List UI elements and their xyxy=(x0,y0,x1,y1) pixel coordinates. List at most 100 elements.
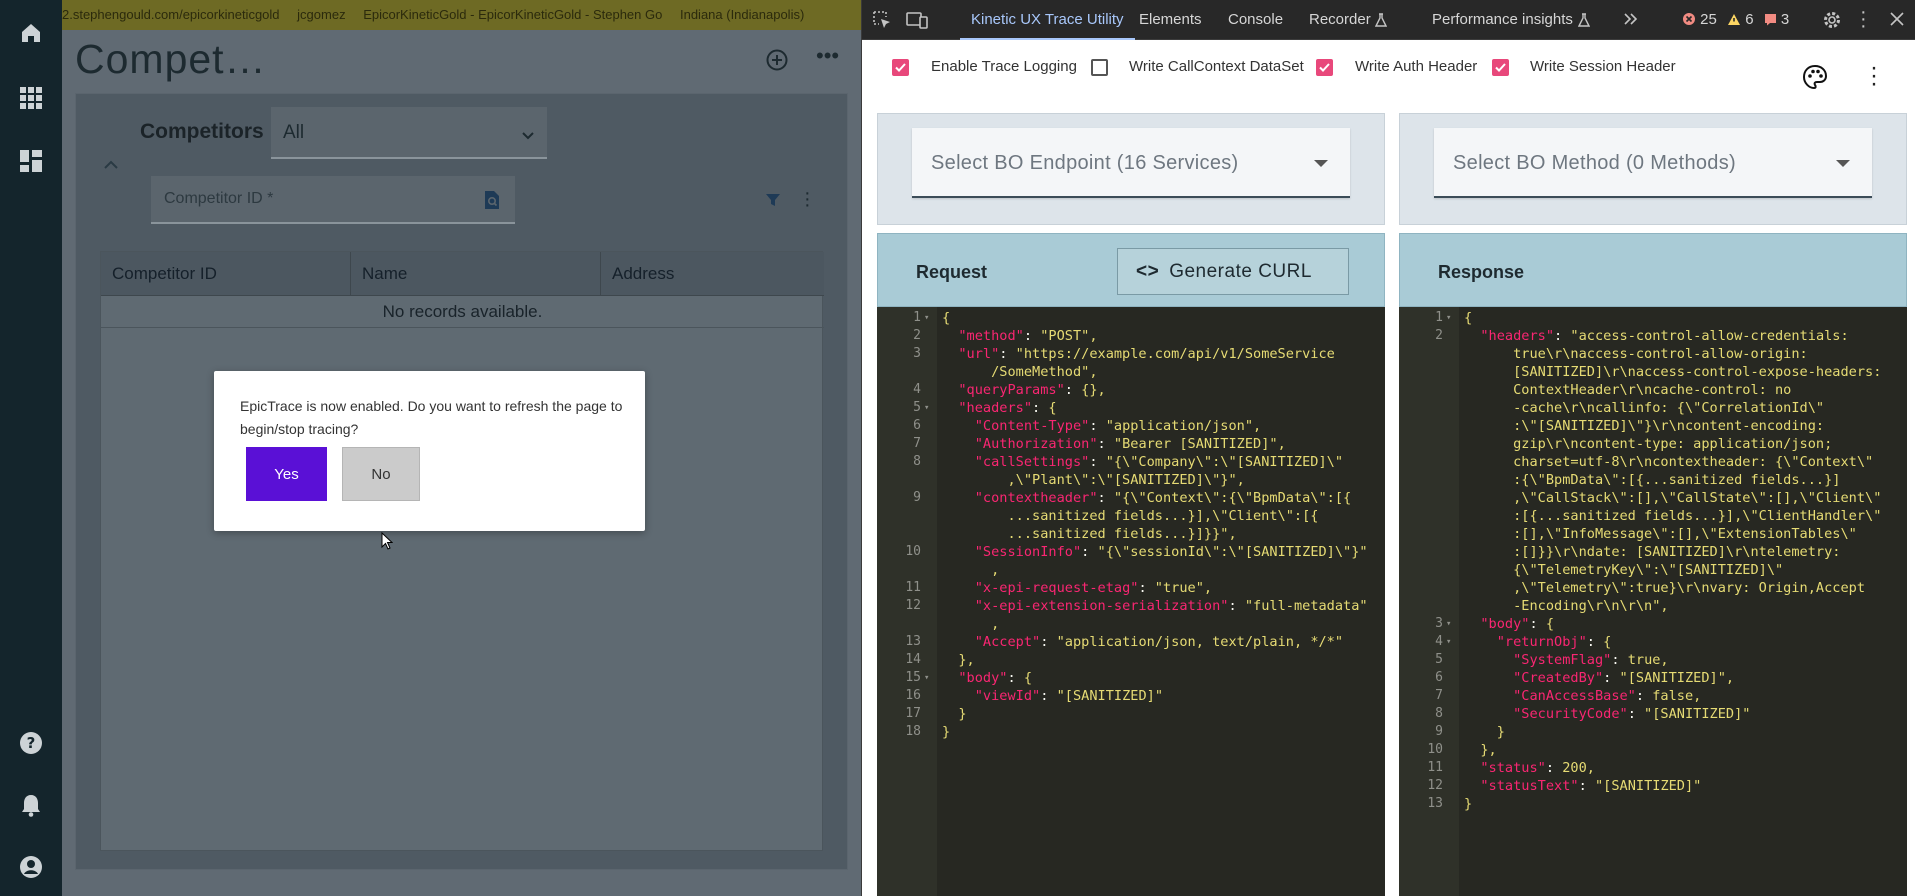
devtools-menu-icon[interactable]: · · · xyxy=(1860,2,1867,36)
grid-empty-message: No records available. xyxy=(101,296,824,328)
nav-rail: ? xyxy=(0,0,62,896)
write-session-header-label: Write Session Header xyxy=(1530,58,1676,75)
generate-curl-button[interactable]: <> Generate CURL xyxy=(1117,248,1349,295)
line-number: 16 xyxy=(905,688,921,703)
search-document-icon[interactable] xyxy=(483,190,501,215)
error-count: 25 xyxy=(1700,11,1717,28)
settings-gear-icon[interactable] xyxy=(1822,10,1842,35)
code-line: /SomeMethod", xyxy=(942,364,1098,380)
column-header-address[interactable]: Address xyxy=(601,252,824,296)
bo-endpoint-select[interactable]: Select BO Endpoint (16 Services) xyxy=(912,128,1350,198)
response-code-editor[interactable]: 1 ▾{2 "headers": "access-control-allow-cr… xyxy=(1399,307,1907,896)
line-number: 12 xyxy=(1427,778,1443,793)
competitors-filter-select[interactable]: All xyxy=(271,107,547,159)
line-number: 6 xyxy=(1435,670,1443,685)
device-toolbar-icon[interactable] xyxy=(906,10,928,35)
code-line: :[]}}\r\ndate: [SANITIZED]\r\ntelemetry: xyxy=(1464,544,1841,560)
help-icon[interactable]: ? xyxy=(18,730,44,756)
more-tabs-chevron-icon[interactable] xyxy=(1623,11,1639,32)
code-line: } xyxy=(1464,724,1505,740)
code-line: ...sanitized fields...}],\"Client\":[{ xyxy=(942,508,1319,524)
bo-method-select[interactable]: Select BO Method (0 Methods) xyxy=(1434,128,1872,198)
code-line: "x-epi-request-etag": "true", xyxy=(974,580,1213,596)
user-name: jcgomez xyxy=(297,7,346,22)
column-header-competitor-id[interactable]: Competitor ID xyxy=(101,252,351,296)
fold-toggle-icon[interactable]: ▾ xyxy=(924,399,929,417)
line-number: 12 xyxy=(905,598,921,613)
code-line: "callSettings": "{\"Company\":\"[SANITIZ… xyxy=(974,454,1344,470)
write-auth-header-checkbox[interactable] xyxy=(1316,59,1333,76)
notifications-bell-icon[interactable] xyxy=(18,792,44,818)
code-line: ,\"Telemetry\":true}\r\nvary: Origin,Acc… xyxy=(1464,580,1866,596)
warning-count: 6 xyxy=(1745,11,1754,28)
warning-icon xyxy=(1728,14,1741,25)
write-callcontext-dataset-checkbox[interactable] xyxy=(1091,59,1108,76)
column-header-name[interactable]: Name xyxy=(351,252,601,296)
code-brackets-icon: <> xyxy=(1136,261,1160,282)
close-icon[interactable] xyxy=(1890,12,1904,31)
code-line: "contextheader": "{\"Context\":{\"BpmDat… xyxy=(974,490,1352,506)
line-number: 2 xyxy=(913,328,921,343)
request-pane: Request <> Generate CURL 1 ▾{2 "method": "… xyxy=(877,233,1385,896)
more-options-icon[interactable]: ••• xyxy=(816,45,839,67)
code-line: }, xyxy=(1464,742,1497,758)
devtools-panel: Kinetic UX Trace Utility Elements Consol… xyxy=(861,0,1915,896)
dashboard-icon[interactable] xyxy=(18,148,44,174)
grid-header: Competitor ID Name Address xyxy=(101,252,824,296)
write-session-header-checkbox[interactable] xyxy=(1492,59,1509,76)
fold-toggle-icon[interactable]: ▾ xyxy=(1446,615,1451,633)
code-line: ContextHeader\r\ncache-control: no xyxy=(1464,382,1792,398)
code-line: {\"TelemetryKey\":\"[SANITIZED]\" xyxy=(1464,562,1784,578)
code-line: "Content-Type": "application/json", xyxy=(974,418,1262,434)
code-line: } xyxy=(942,706,967,722)
dropdown-arrow-icon xyxy=(1314,160,1328,167)
fold-toggle-icon[interactable]: ▾ xyxy=(924,669,929,687)
bo-endpoint-card: Select BO Endpoint (16 Services) xyxy=(877,113,1385,225)
code-line: "CanAccessBase": false, xyxy=(1513,688,1702,704)
code-line: "queryParams": {}, xyxy=(958,382,1106,398)
code-line: } xyxy=(1464,796,1473,812)
fold-toggle-icon[interactable]: ▾ xyxy=(1446,633,1451,651)
fold-toggle-icon[interactable]: ▾ xyxy=(1446,309,1451,327)
code-line: :[{...sanitized fields...}],\"ClientHand… xyxy=(1464,508,1882,524)
add-new-icon[interactable] xyxy=(766,49,788,76)
home-icon[interactable] xyxy=(18,20,44,46)
no-button[interactable]: No xyxy=(342,447,420,501)
bo-method-value: Select BO Method (0 Methods) xyxy=(1453,152,1736,174)
tab-performance-insights[interactable]: Performance insights xyxy=(1432,0,1573,40)
code-line: "statusText": "[SANITIZED]" xyxy=(1480,778,1702,794)
kinetic-app: ? 2.stephengould.com/epicorkineticgold j… xyxy=(0,0,861,896)
tab-recorder[interactable]: Recorder xyxy=(1309,0,1371,40)
filter-icon[interactable] xyxy=(765,192,781,213)
trace-utility: Enable Trace Logging Write CallContext D… xyxy=(862,40,1915,896)
request-code-editor[interactable]: 1 ▾{2 "method": "POST", 3 "url": "https://… xyxy=(877,307,1385,896)
enable-trace-logging-checkbox[interactable] xyxy=(892,59,909,76)
tab-elements[interactable]: Elements xyxy=(1139,0,1202,40)
code-line: }, xyxy=(942,652,975,668)
line-number: 10 xyxy=(905,544,921,559)
competitor-id-field[interactable]: Competitor ID * xyxy=(151,176,515,224)
line-number: 5 xyxy=(913,400,921,415)
line-number: 3 xyxy=(1435,616,1443,631)
line-number: 11 xyxy=(1427,760,1443,775)
fold-toggle-icon[interactable]: ▾ xyxy=(924,309,929,327)
line-number: 15 xyxy=(905,670,921,685)
tab-console[interactable]: Console xyxy=(1228,0,1283,40)
yes-button[interactable]: Yes xyxy=(246,447,327,501)
inspect-element-icon[interactable] xyxy=(872,10,892,35)
utility-menu-icon[interactable]: · · · xyxy=(1870,56,1878,96)
line-number: 1 xyxy=(913,310,921,325)
apps-grid-icon[interactable] xyxy=(18,85,44,111)
line-number: 18 xyxy=(905,724,921,739)
code-line: "body": { xyxy=(1480,616,1555,632)
palette-icon[interactable] xyxy=(1802,64,1828,95)
enable-trace-logging-label: Enable Trace Logging xyxy=(931,58,1077,75)
line-number: 9 xyxy=(1435,724,1443,739)
chevron-up-icon[interactable] xyxy=(103,158,119,176)
user-account-icon[interactable] xyxy=(18,854,44,880)
line-number: 8 xyxy=(1435,706,1443,721)
issue-counters[interactable]: 25 6 3 xyxy=(1682,0,1789,40)
code-line: "SystemFlag": true, xyxy=(1513,652,1669,668)
tab-kinetic-ux-trace-utility[interactable]: Kinetic UX Trace Utility xyxy=(960,0,1135,40)
grid-more-options-icon[interactable]: · · · xyxy=(804,183,811,215)
